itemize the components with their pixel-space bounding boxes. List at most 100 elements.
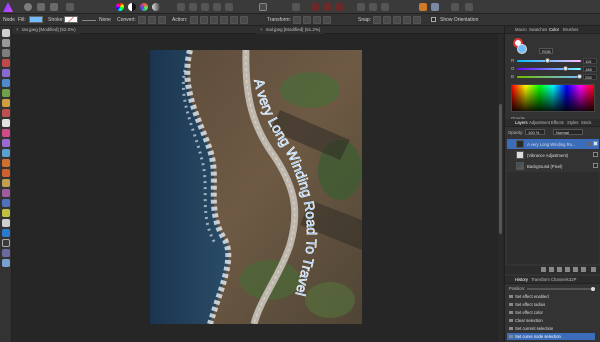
blue-slider-knob[interactable] xyxy=(577,74,582,79)
gradient-tool-icon[interactable] xyxy=(2,139,10,147)
persona-develop-icon[interactable] xyxy=(50,3,58,11)
burn-tool-icon[interactable] xyxy=(2,169,10,177)
pen-tool-icon[interactable] xyxy=(2,229,10,237)
action-close-button[interactable] xyxy=(200,16,208,24)
selection-brush-tool-icon[interactable] xyxy=(2,69,10,77)
tab-macro[interactable]: Macro xyxy=(515,27,527,32)
history-position-slider[interactable] xyxy=(527,287,595,291)
tab-swatches[interactable]: Swatches xyxy=(529,27,547,32)
canvas-area[interactable]: A very Long Winding Road To Travel xyxy=(12,34,504,342)
snapping-icon[interactable] xyxy=(419,3,427,11)
marquee-tool-icon[interactable] xyxy=(2,89,10,97)
scrollbar-thumb[interactable] xyxy=(499,104,502,234)
tab-stock[interactable]: Stock xyxy=(581,120,591,125)
convert-smooth-button[interactable] xyxy=(148,16,156,24)
share-icon[interactable] xyxy=(66,3,74,11)
tab-transform[interactable]: Transform xyxy=(531,277,550,282)
snap-handles-button[interactable] xyxy=(383,16,391,24)
auto-levels-icon[interactable] xyxy=(177,3,185,11)
layer-visibility-checkbox[interactable] xyxy=(593,152,598,157)
preferences-icon[interactable] xyxy=(465,3,473,11)
snap-extra-button[interactable] xyxy=(413,16,421,24)
snap-angle-button[interactable] xyxy=(403,16,411,24)
tab-styles[interactable]: Styles xyxy=(567,120,578,125)
blend-mode-select[interactable]: Normal xyxy=(553,129,583,135)
fill-tool-icon[interactable] xyxy=(2,129,10,137)
paint-brush-tool-icon[interactable] xyxy=(2,59,10,67)
assistant-icon[interactable] xyxy=(431,3,439,11)
action-break-button[interactable] xyxy=(190,16,198,24)
sharpen-tool-icon[interactable] xyxy=(2,199,10,207)
persona-liquify-icon[interactable] xyxy=(37,3,45,11)
tab-brushes[interactable]: Brushes xyxy=(563,27,578,32)
view-mode-icon[interactable] xyxy=(451,3,459,11)
delete-layer-icon[interactable] xyxy=(591,267,596,272)
action-join-button[interactable] xyxy=(220,16,228,24)
blue-value-input[interactable]: 255 xyxy=(583,74,597,80)
action-reverse-button[interactable] xyxy=(230,16,238,24)
fx-icon[interactable] xyxy=(565,267,570,272)
layer-visibility-checkbox[interactable] xyxy=(593,141,598,146)
tab-ran[interactable]: × ran.jpeg [Modified] (52.0%) xyxy=(12,26,80,34)
blue-slider-track[interactable] xyxy=(517,76,581,78)
history-item[interactable]: Clear selection xyxy=(507,317,595,324)
adjustment-icon[interactable] xyxy=(557,267,562,272)
refine-icon[interactable] xyxy=(323,3,331,11)
layer-fx-icon[interactable] xyxy=(587,142,591,146)
fill-swatch[interactable] xyxy=(29,16,43,23)
levels-icon[interactable] xyxy=(152,3,160,11)
red-slider-knob[interactable] xyxy=(545,58,550,63)
erase-tool-icon[interactable] xyxy=(2,109,10,117)
transform-skew-button[interactable] xyxy=(323,16,331,24)
convert-sharp-button[interactable] xyxy=(138,16,146,24)
vertical-scrollbar[interactable] xyxy=(498,34,503,342)
transform-scale-button[interactable] xyxy=(313,16,321,24)
layer-row[interactable]: (Vibrance Adjustment) xyxy=(507,150,599,160)
snap-tangent-button[interactable] xyxy=(393,16,401,24)
history-item[interactable]: Set effect enabled xyxy=(507,293,595,300)
close-tab-icon[interactable]: × xyxy=(16,27,19,32)
color-picker-tool-icon[interactable] xyxy=(2,259,10,267)
stroke-width-slider[interactable] xyxy=(82,20,96,21)
red-value-input[interactable]: 115 xyxy=(583,58,597,64)
hsl-icon[interactable] xyxy=(140,3,148,11)
tab-adjustment[interactable]: Adjustment xyxy=(529,120,550,125)
add-layer-icon[interactable] xyxy=(541,267,546,272)
tab-32p[interactable]: 32P xyxy=(569,277,576,282)
fill-color-well[interactable] xyxy=(517,44,527,54)
tab-effects[interactable]: Effects xyxy=(551,120,564,125)
select-all-icon[interactable] xyxy=(335,3,343,11)
flip-icon[interactable] xyxy=(381,3,389,11)
color-mode-select[interactable]: RGB xyxy=(539,48,553,54)
mask-icon[interactable] xyxy=(549,267,554,272)
view-tool-icon[interactable] xyxy=(2,39,10,47)
zoom-tool-icon[interactable] xyxy=(2,49,10,57)
close-tab-icon[interactable]: × xyxy=(260,27,263,32)
auto-wb-icon[interactable] xyxy=(213,3,221,11)
document-image[interactable]: A very Long Winding Road To Travel xyxy=(150,50,362,324)
auto-mono-icon[interactable] xyxy=(225,3,233,11)
color-wheel-icon[interactable] xyxy=(116,3,124,11)
paint-mixer-tool-icon[interactable] xyxy=(2,119,10,127)
green-slider-track[interactable] xyxy=(517,68,581,70)
node-tool-icon[interactable] xyxy=(2,219,10,227)
tab-mal[interactable]: × mal.jpeg [Modified] (51.2%) xyxy=(256,26,325,34)
smudge-tool-icon[interactable] xyxy=(2,179,10,187)
blur-tool-icon[interactable] xyxy=(2,189,10,197)
layer-opacity-input[interactable]: 100 % xyxy=(525,129,545,135)
layer-row[interactable]: A very Long Winding Ro... xyxy=(507,139,599,149)
stroke-swatch[interactable] xyxy=(64,16,78,23)
snap-nodes-button[interactable] xyxy=(373,16,381,24)
group-icon[interactable] xyxy=(573,267,578,272)
color-spectrum[interactable] xyxy=(511,84,595,112)
persona-photo-icon[interactable] xyxy=(24,3,32,11)
dodge-tool-icon[interactable] xyxy=(2,159,10,167)
history-item[interactable]: Set current selection xyxy=(507,325,595,332)
patch-tool-icon[interactable] xyxy=(2,209,10,217)
transform-rotate-button[interactable] xyxy=(303,16,311,24)
history-item[interactable]: Set effect radius xyxy=(507,301,595,308)
action-smooth-button[interactable] xyxy=(210,16,218,24)
boolean-icon[interactable] xyxy=(369,3,377,11)
show-orientation-checkbox[interactable] xyxy=(431,17,436,22)
green-slider-knob[interactable] xyxy=(563,66,568,71)
